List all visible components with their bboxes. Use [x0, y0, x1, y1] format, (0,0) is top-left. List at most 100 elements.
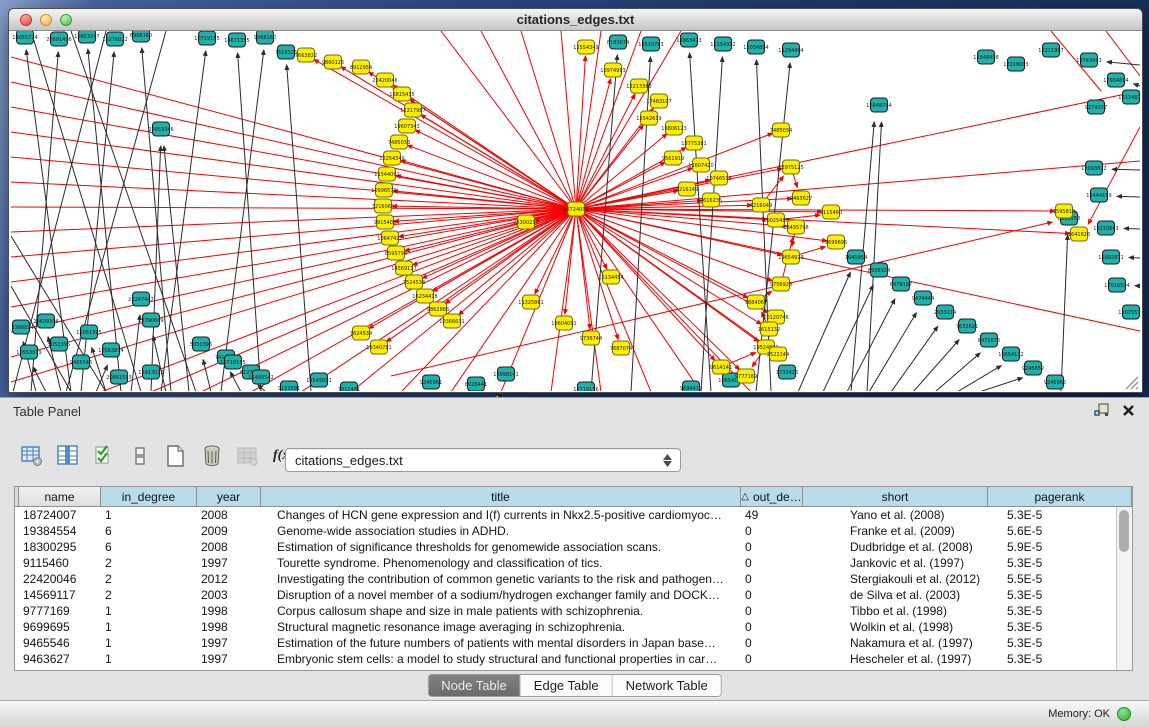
yellow-node[interactable]: 2522144 — [767, 347, 789, 361]
cell-in_degree[interactable]: 1 — [101, 635, 197, 651]
teal-node[interactable]: 16963473 — [676, 33, 701, 47]
teal-node[interactable]: 9245861 — [420, 375, 442, 389]
table-selector-dropdown[interactable]: citations_edges.txt — [285, 448, 681, 472]
teal-node[interactable]: 2933114 — [934, 305, 956, 319]
yellow-node[interactable]: 12254349 — [379, 151, 404, 165]
teal-node[interactable]: 15051395 — [76, 325, 101, 339]
teal-node[interactable]: 9694419 — [680, 381, 702, 391]
cell-short[interactable]: Tibbo et al. (1998) — [803, 603, 988, 619]
yellow-node[interactable]: 9736744 — [580, 331, 602, 345]
yellow-node[interactable]: 7485034 — [770, 123, 792, 137]
cell-pagerank[interactable]: 5.3E-5 — [988, 507, 1132, 523]
cell-in_degree[interactable]: 6 — [101, 539, 197, 555]
yellow-node[interactable]: 6216049 — [750, 198, 772, 212]
cell-out_degree[interactable]: 0 — [741, 603, 803, 619]
yellow-node[interactable]: 9884067 — [745, 295, 767, 309]
cell-name[interactable]: 9115460 — [19, 555, 101, 571]
yellow-node[interactable]: 16604091 — [551, 316, 576, 330]
teal-node[interactable]: 6479197 — [890, 277, 912, 291]
cell-year[interactable]: 2012 — [197, 571, 261, 587]
teal-node[interactable]: 15276022 — [102, 32, 127, 46]
cell-year[interactable]: 1997 — [197, 651, 261, 667]
cell-name[interactable]: 22420046 — [19, 571, 101, 587]
cell-out_degree[interactable]: 0 — [741, 555, 803, 571]
yellow-node[interactable]: 15542619 — [636, 111, 661, 125]
cell-title[interactable]: Tourette syndrome. Phenomenology and cla… — [261, 555, 741, 571]
teal-node[interactable]: 1640954 — [845, 250, 867, 264]
yellow-node[interactable]: 11607420 — [688, 158, 713, 172]
cell-short[interactable]: Yano et al. (2008) — [803, 507, 988, 523]
cell-pagerank[interactable]: 5.9E-5 — [988, 539, 1132, 555]
tab-network-table[interactable]: Network Table — [613, 675, 721, 696]
delete-column-icon[interactable] — [198, 442, 225, 470]
yellow-node[interactable]: 9614141 — [710, 360, 732, 374]
teal-node[interactable]: 6966160 — [130, 31, 152, 42]
window-resize-grip[interactable] — [1123, 374, 1139, 390]
table-row[interactable]: 946554611997Estimation of the future num… — [15, 635, 1132, 651]
yellow-node[interactable]: 1595819 — [1053, 204, 1075, 218]
float-panel-icon[interactable] — [1094, 403, 1110, 418]
select-all-check-icon[interactable] — [90, 442, 117, 470]
teal-node[interactable]: 10563814 — [98, 343, 123, 357]
cell-name[interactable]: 18300295 — [19, 539, 101, 555]
cell-pagerank[interactable]: 5.5E-5 — [988, 571, 1132, 587]
teal-node[interactable]: 10998141 — [493, 367, 518, 381]
column-header-year[interactable]: year — [197, 487, 261, 507]
cell-in_degree[interactable]: 2 — [101, 587, 197, 603]
cell-title[interactable]: Genome-wide association studies in ADHD. — [261, 523, 741, 539]
teal-node[interactable]: 10654112 — [998, 347, 1023, 361]
memory-ok-led-icon[interactable] — [1117, 707, 1131, 721]
cell-short[interactable]: Jankovic et al. (1997) — [803, 555, 988, 571]
cell-name[interactable]: 9699695 — [19, 619, 101, 635]
yellow-node[interactable]: 7624534 — [350, 326, 372, 340]
cell-name[interactable]: 9465546 — [19, 635, 101, 651]
teal-node[interactable]: 5051395 — [48, 337, 70, 351]
teal-node[interactable]: 11675533 — [1118, 305, 1140, 319]
teal-node[interactable]: 9274377 — [1085, 100, 1107, 114]
table-scrollbar[interactable] — [1116, 507, 1132, 670]
clear-selection-icon[interactable] — [126, 442, 153, 470]
column-header-out-degree[interactable]: △out_de… — [741, 487, 803, 507]
cell-year[interactable]: 2008 — [197, 539, 261, 555]
table-row[interactable]: 1872400712008Changes of HCN gene express… — [15, 507, 1132, 523]
teal-node[interactable]: 8028441 — [465, 377, 487, 391]
yellow-node[interactable]: 9463627 — [790, 191, 812, 205]
cell-short[interactable]: Franke et al. (2009) — [803, 523, 988, 539]
table-row[interactable]: 1830029562008Estimation of significance … — [15, 539, 1132, 555]
teal-node[interactable]: 7632621 — [956, 319, 978, 333]
cell-out_degree[interactable]: 0 — [741, 619, 803, 635]
window-titlebar[interactable]: citations_edges.txt — [9, 9, 1142, 31]
cell-in_degree[interactable]: 2 — [101, 571, 197, 587]
cell-title[interactable]: Embryonic stem cells: a model to study s… — [261, 651, 741, 667]
teal-node[interactable]: 9068160 — [254, 31, 276, 44]
yellow-node[interactable]: 9860125 — [322, 55, 344, 69]
cell-pagerank[interactable]: 5.3E-5 — [988, 587, 1132, 603]
cell-year[interactable]: 2009 — [197, 523, 261, 539]
yellow-node[interactable]: 9915409 — [374, 215, 396, 229]
cell-in_degree[interactable]: 2 — [101, 555, 197, 571]
yellow-node[interactable]: 10996579 — [371, 183, 396, 197]
teal-node[interactable]: 16210643 — [1093, 221, 1118, 235]
teal-node[interactable]: 7515526 — [275, 45, 297, 59]
cell-short[interactable]: de Silva et al. (2003) — [803, 587, 988, 603]
teal-node[interactable]: 8183074 — [607, 35, 629, 49]
yellow-node[interactable]: 1615132 — [758, 322, 780, 336]
cell-year[interactable]: 2008 — [197, 507, 261, 523]
cell-in_degree[interactable]: 1 — [101, 619, 197, 635]
table-row[interactable]: 1456911722003Disruption of a novel membe… — [15, 587, 1132, 603]
yellow-node[interactable]: 7524534 — [403, 275, 425, 289]
teal-node[interactable]: 12034894 — [743, 40, 768, 54]
yellow-node[interactable]: 12213383 — [626, 79, 651, 93]
teal-node[interactable]: 5051396 — [190, 337, 212, 351]
cell-out_degree[interactable]: 0 — [741, 539, 803, 555]
yellow-node[interactable]: 8595794 — [385, 246, 407, 260]
cell-year[interactable]: 2003 — [197, 587, 261, 603]
teal-node[interactable]: 16648784 — [866, 98, 891, 112]
yellow-node[interactable]: 9756928 — [770, 277, 792, 291]
cell-year[interactable]: 1997 — [197, 635, 261, 651]
yellow-node[interactable]: 1641626 — [1068, 227, 1090, 241]
cell-title[interactable]: Disruption of a novel member of a sodium… — [261, 587, 741, 603]
cell-in_degree[interactable]: 1 — [101, 651, 197, 667]
cell-short[interactable]: Hescheler et al. (1997) — [803, 651, 988, 667]
teal-node[interactable]: 8471676 — [978, 333, 1000, 347]
